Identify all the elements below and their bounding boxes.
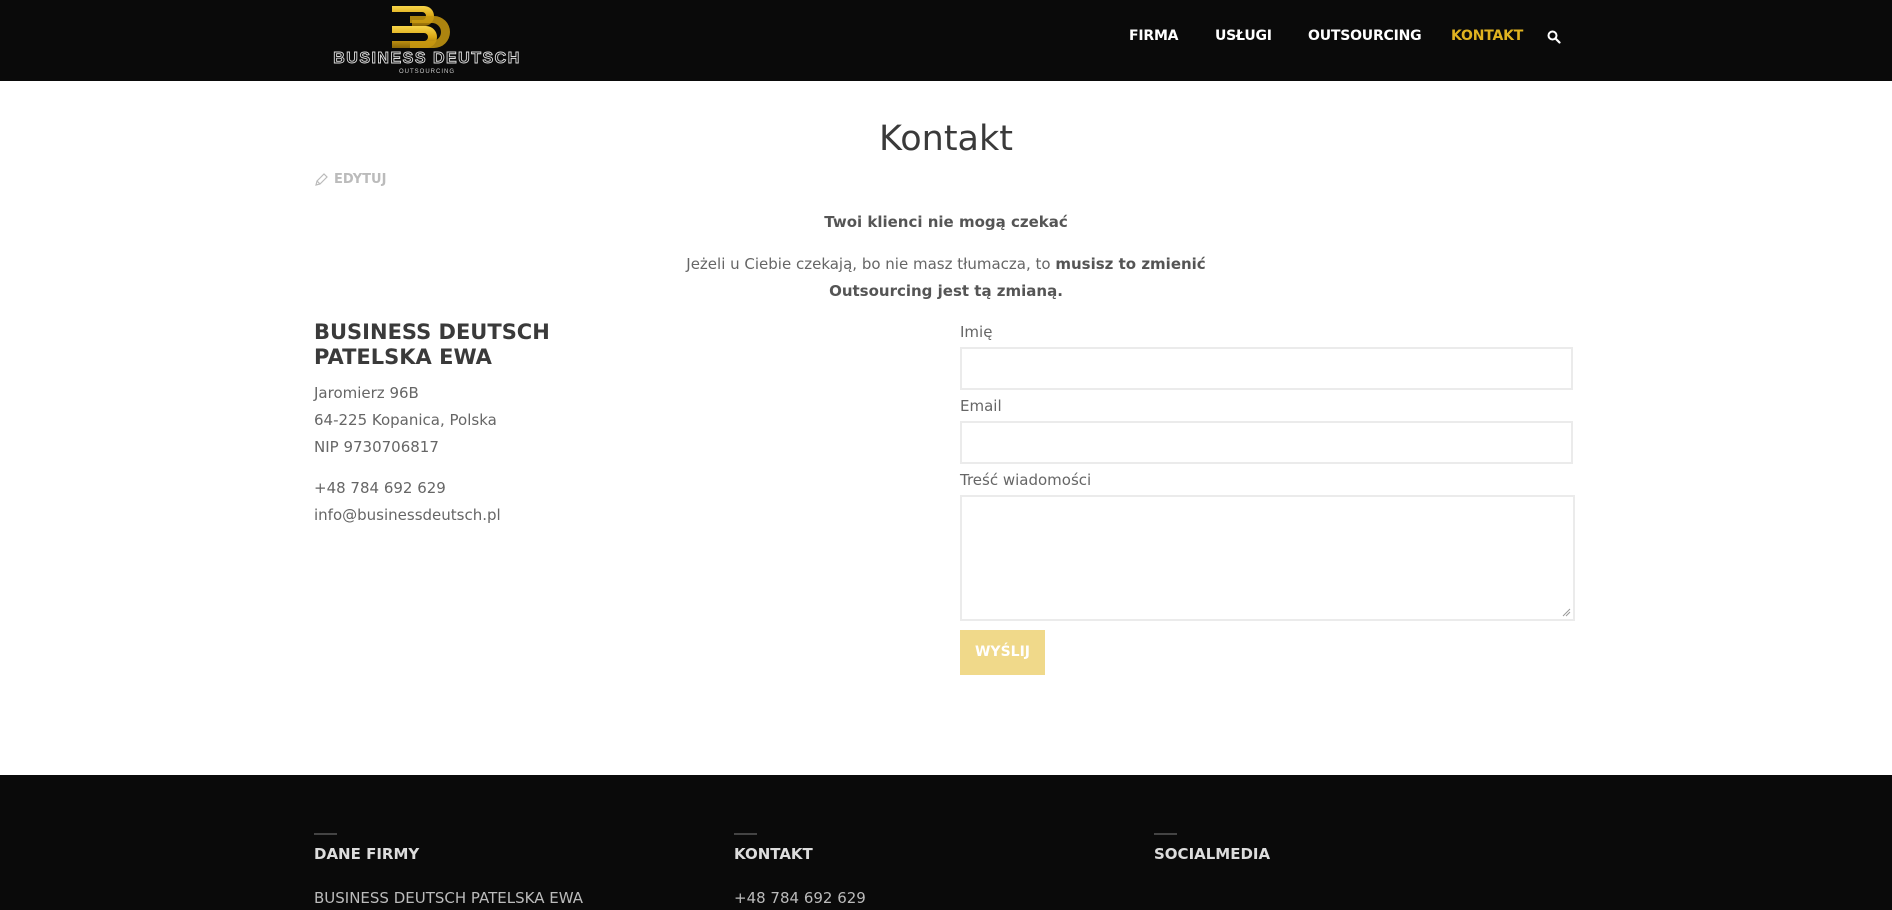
footer-title-social: SOCIALMEDIA bbox=[1154, 845, 1271, 863]
company-phone[interactable]: +48 784 692 629 bbox=[314, 475, 501, 502]
email-field[interactable] bbox=[960, 421, 1573, 464]
address-city: 64-225 Kopanica, Polska bbox=[314, 411, 497, 429]
site-logo[interactable]: BUSINESS DEUTSCH OUTSOURCING bbox=[314, 4, 540, 76]
intro-line-2-bold: Outsourcing jest tą zmianą. bbox=[829, 282, 1063, 300]
nav-item-outsourcing[interactable]: OUTSOURCING bbox=[1308, 28, 1422, 44]
company-name-line-2: PATELSKA EWA bbox=[314, 345, 492, 369]
footer-divider bbox=[734, 833, 757, 835]
company-contact: +48 784 692 629 info@businessdeutsch.pl bbox=[314, 475, 501, 529]
submit-button[interactable]: WYŚLIJ bbox=[960, 630, 1045, 675]
footer-title-contact: KONTAKT bbox=[734, 845, 813, 863]
resize-handle-icon[interactable] bbox=[1562, 608, 1571, 617]
name-field[interactable] bbox=[960, 347, 1573, 390]
intro-line-1: Jeżeli u Ciebie czekają, bo nie masz tłu… bbox=[0, 255, 1892, 273]
site-footer: DANE FIRMY BUSINESS DEUTSCH PATELSKA EWA… bbox=[0, 775, 1892, 910]
footer-company-name: BUSINESS DEUTSCH PATELSKA EWA bbox=[314, 889, 583, 907]
nav-item-firma[interactable]: FIRMA bbox=[1129, 28, 1179, 44]
edit-label: EDYTUJ bbox=[334, 172, 387, 187]
company-name: BUSINESS DEUTSCH PATELSKA EWA bbox=[314, 320, 674, 370]
page-title: Kontakt bbox=[879, 119, 1013, 159]
svg-text:BUSINESS DEUTSCH: BUSINESS DEUTSCH bbox=[333, 50, 521, 67]
site-header: BUSINESS DEUTSCH OUTSOURCING FIRMA USŁUG… bbox=[0, 0, 1892, 81]
nav-item-kontakt[interactable]: KONTAKT bbox=[1451, 28, 1523, 44]
email-label: Email bbox=[960, 397, 1002, 415]
intro-line-1-bold: musisz to zmienić bbox=[1055, 255, 1206, 273]
footer-divider bbox=[314, 833, 337, 835]
intro-headline: Twoi klienci nie mogą czekać bbox=[824, 213, 1068, 231]
message-field[interactable] bbox=[960, 495, 1575, 621]
address-street: Jaromierz 96B bbox=[314, 384, 419, 402]
pencil-icon bbox=[315, 172, 328, 186]
name-label: Imię bbox=[960, 323, 993, 341]
company-email[interactable]: info@businessdeutsch.pl bbox=[314, 502, 501, 529]
search-icon[interactable] bbox=[1547, 29, 1563, 45]
edit-link[interactable]: EDYTUJ bbox=[314, 172, 386, 187]
intro-line-2: Outsourcing jest tą zmianą. bbox=[0, 282, 1892, 300]
footer-title-company: DANE FIRMY bbox=[314, 845, 420, 863]
message-label: Treść wiadomości bbox=[960, 471, 1092, 489]
footer-phone[interactable]: +48 784 692 629 bbox=[734, 889, 866, 907]
intro-line-1-text: Jeżeli u Ciebie czekają, bo nie masz tłu… bbox=[686, 255, 1056, 273]
company-name-line-1: BUSINESS DEUTSCH bbox=[314, 320, 550, 344]
company-nip: NIP 9730706817 bbox=[314, 438, 439, 456]
company-address: Jaromierz 96B 64-225 Kopanica, Polska NI… bbox=[314, 380, 497, 461]
footer-divider bbox=[1154, 833, 1177, 835]
svg-text:OUTSOURCING: OUTSOURCING bbox=[399, 69, 455, 75]
bd-logo-graphic: BUSINESS DEUTSCH OUTSOURCING bbox=[333, 6, 521, 75]
nav-item-uslugi[interactable]: USŁUGI bbox=[1215, 28, 1272, 44]
